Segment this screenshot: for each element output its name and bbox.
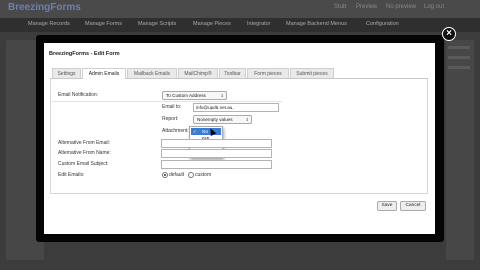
alt-from-email-input[interactable] <box>161 139 272 148</box>
tab-mailback-emails[interactable]: Mailback Emails <box>127 68 177 78</box>
attachment-label: Attachment: <box>162 128 189 134</box>
util-link-preview[interactable]: Preview <box>356 4 377 10</box>
alt-from-name-label: Alternative From Name: <box>58 150 111 156</box>
tab-mailchimp[interactable]: MailChimp® <box>178 68 218 78</box>
nav-manage-forms[interactable]: Manage Forms <box>85 21 122 27</box>
modal-title: BreezingForms - Edit Form <box>49 51 120 57</box>
edit-emails-custom-label: custom <box>195 172 212 178</box>
edit-emails-label: Edit Emails: <box>58 172 85 178</box>
app-nav <box>0 18 480 32</box>
cancel-button[interactable]: Cancel <box>400 201 426 211</box>
custom-subject-input[interactable] <box>161 160 272 169</box>
nav-manage-scripts[interactable]: Manage Scripts <box>138 21 176 27</box>
select-arrows-icon: ⇕ <box>220 93 224 98</box>
report-select[interactable]: Nonempty values ⇕ <box>193 115 252 124</box>
edit-emails-default-radio[interactable] <box>162 172 168 178</box>
app-logo: BreezingForms <box>8 2 81 13</box>
close-modal-button[interactable]: × <box>442 27 456 41</box>
report-value: Nonempty values <box>197 117 233 122</box>
nav-configuration[interactable]: Configuration <box>366 21 399 27</box>
edit-emails-custom-radio[interactable] <box>188 172 194 178</box>
attachment-selected-value: No <box>202 129 209 134</box>
attachment-option-selected[interactable]: ✓ No <box>191 128 221 135</box>
nav-manage-records[interactable]: Manage Records <box>28 21 70 27</box>
admin-emails-panel <box>50 79 428 194</box>
nav-integrator[interactable]: Integrator <box>247 21 271 27</box>
util-link-no-preview[interactable]: No preview <box>386 4 416 10</box>
tab-admin-emails[interactable]: Admin Emails <box>82 68 126 79</box>
app-right-line <box>448 56 470 59</box>
email-to-label: Email to: <box>162 104 182 110</box>
select-arrows-icon: ⇕ <box>245 117 249 122</box>
checkmark-icon: ✓ <box>193 129 197 134</box>
divider <box>52 101 282 102</box>
edit-emails-default-label: default <box>169 172 185 178</box>
alt-from-name-input[interactable] <box>161 149 272 158</box>
app-right-line <box>448 66 470 69</box>
tab-toolbar[interactable]: Toolbar <box>219 68 246 78</box>
custom-subject-label: Custom Email Subject: <box>58 161 109 167</box>
util-link-logout[interactable]: Log out <box>424 4 444 10</box>
nav-backend-menus[interactable]: Manage Backend Menus <box>286 21 347 27</box>
report-label: Report: <box>162 116 179 122</box>
save-button[interactable]: Save <box>377 201 397 211</box>
tab-submit-pieces[interactable]: Submit pieces <box>290 68 334 78</box>
email-notification-select[interactable]: To Custom Address ⇕ <box>162 91 227 100</box>
email-notification-label: Email Notification: <box>58 92 99 98</box>
alt-from-email-label: Alternative From Email: <box>58 140 110 146</box>
tab-settings[interactable]: Settings <box>52 68 81 78</box>
util-link-stub[interactable]: Stub <box>334 4 346 10</box>
email-to-input[interactable]: info@upd5.net.au, <box>193 103 279 112</box>
tab-form-pieces[interactable]: Form pieces <box>247 68 289 78</box>
nav-manage-pieces[interactable]: Manage Pieces <box>193 21 231 27</box>
app-right-line <box>448 46 470 49</box>
app-right-panel <box>446 40 474 260</box>
email-notification-value: To Custom Address <box>166 93 206 98</box>
